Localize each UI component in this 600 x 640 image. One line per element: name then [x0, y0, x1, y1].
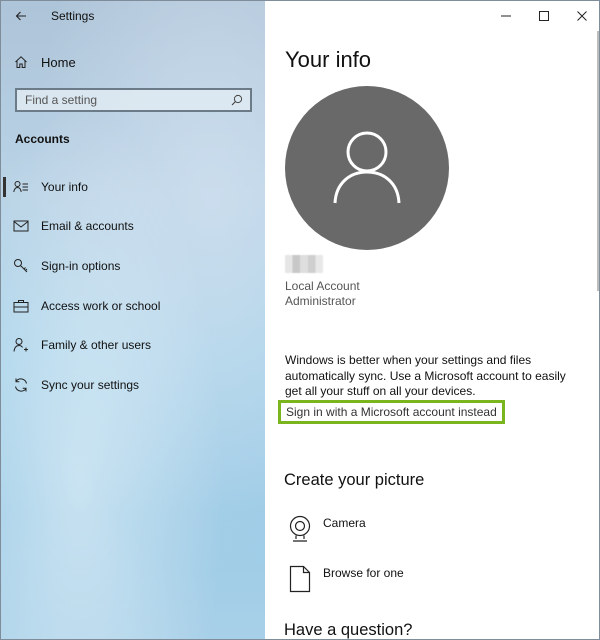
sidebar-item-sync-settings[interactable]: Sync your settings	[1, 365, 265, 405]
sidebar-item-family-other-users[interactable]: Family & other users	[1, 325, 265, 365]
person-icon	[333, 131, 401, 204]
sidebar-item-label: Sign-in options	[41, 258, 121, 273]
sign-in-microsoft-link[interactable]: Sign in with a Microsoft account instead	[278, 400, 505, 424]
sidebar-item-label: Email & accounts	[41, 219, 134, 234]
sidebar-item-label: Your info	[41, 179, 88, 194]
browse-label: Browse for one	[323, 566, 404, 580]
maximize-button[interactable]	[525, 1, 563, 31]
browse-option[interactable]: Browse for one	[285, 564, 404, 594]
minimize-button[interactable]	[487, 1, 525, 31]
back-button[interactable]	[1, 1, 41, 31]
window-controls	[487, 1, 599, 31]
camera-icon	[285, 514, 315, 544]
sidebar-item-access-work-school[interactable]: Access work or school	[1, 286, 265, 326]
have-question-heading: Have a question?	[284, 621, 413, 639]
maximize-icon	[539, 11, 549, 21]
file-icon	[285, 564, 315, 594]
account-role: Administrator	[285, 294, 356, 308]
page-title: Your info	[285, 47, 372, 72]
camera-label: Camera	[323, 516, 366, 530]
sidebar-item-your-info[interactable]: Your info	[1, 167, 265, 207]
search-input[interactable]	[25, 93, 230, 107]
key-icon	[1, 258, 41, 274]
mail-icon	[1, 220, 41, 232]
redacted-user-name	[285, 255, 323, 273]
sync-description: Windows is better when your settings and…	[285, 353, 566, 398]
minimize-icon	[501, 15, 511, 17]
create-picture-heading: Create your picture	[284, 471, 425, 489]
section-label: Accounts	[15, 132, 70, 146]
account-type: Local Account	[285, 279, 360, 293]
sidebar-item-sign-in-options[interactable]: Sign-in options	[1, 246, 265, 286]
sidebar: Settings Home Accounts	[1, 1, 265, 639]
app-title: Settings	[51, 9, 95, 23]
sidebar-item-label: Sync your settings	[41, 377, 140, 392]
person-card-icon	[1, 180, 41, 194]
person-add-icon	[1, 337, 41, 353]
back-arrow-icon	[15, 11, 26, 21]
home-icon	[1, 55, 41, 69]
sidebar-item-email-accounts[interactable]: Email & accounts	[1, 207, 265, 247]
camera-option[interactable]: Camera	[285, 514, 366, 544]
sync-icon	[1, 377, 41, 393]
title-bar: Settings	[1, 1, 265, 31]
home-label: Home	[41, 54, 76, 70]
home-nav-item[interactable]: Home	[1, 49, 265, 75]
close-button[interactable]	[563, 1, 599, 31]
close-icon	[577, 11, 587, 21]
settings-window: Settings Home Accounts	[0, 0, 600, 640]
briefcase-icon	[1, 299, 41, 313]
sidebar-item-label: Family & other users	[41, 338, 152, 353]
avatar	[285, 86, 449, 250]
search-icon[interactable]	[230, 93, 244, 107]
search-box[interactable]	[15, 88, 252, 112]
sidebar-nav: Your info Email & accounts Sign-in optio…	[1, 167, 265, 405]
main-panel: Your info Local Account Administrator Wi…	[265, 1, 599, 639]
sidebar-item-label: Access work or school	[41, 298, 161, 313]
